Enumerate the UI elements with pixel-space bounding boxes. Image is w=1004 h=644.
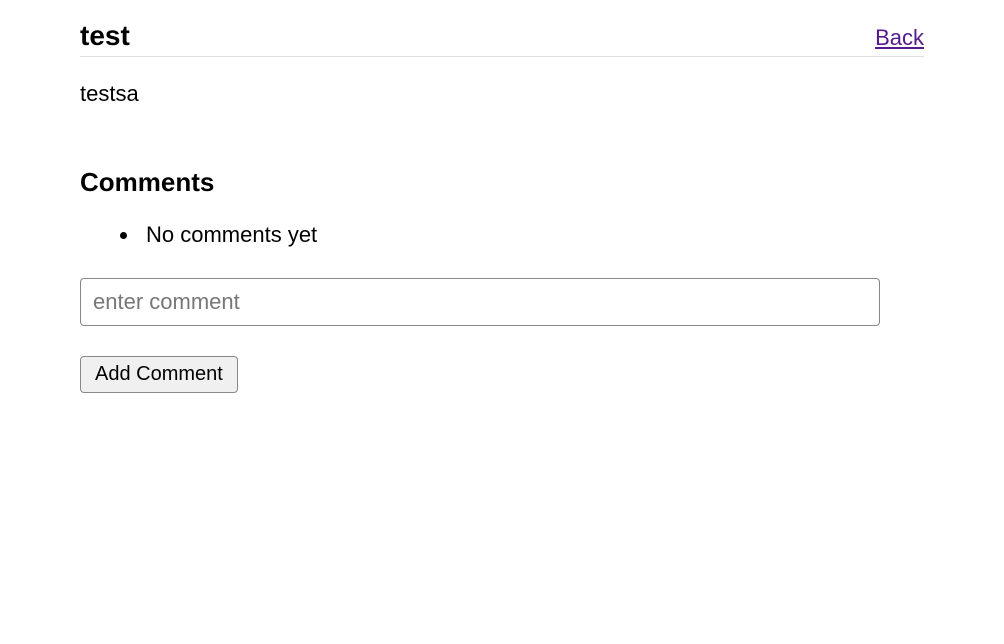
comment-input[interactable] bbox=[80, 278, 880, 326]
add-comment-button[interactable]: Add Comment bbox=[80, 356, 238, 393]
header-row: test Back bbox=[80, 20, 924, 57]
body-text: testsa bbox=[80, 81, 924, 107]
list-item: No comments yet bbox=[140, 222, 924, 248]
page-title: test bbox=[80, 20, 130, 52]
back-link[interactable]: Back bbox=[875, 25, 924, 51]
comments-heading: Comments bbox=[80, 167, 924, 198]
comments-list: No comments yet bbox=[80, 222, 924, 248]
